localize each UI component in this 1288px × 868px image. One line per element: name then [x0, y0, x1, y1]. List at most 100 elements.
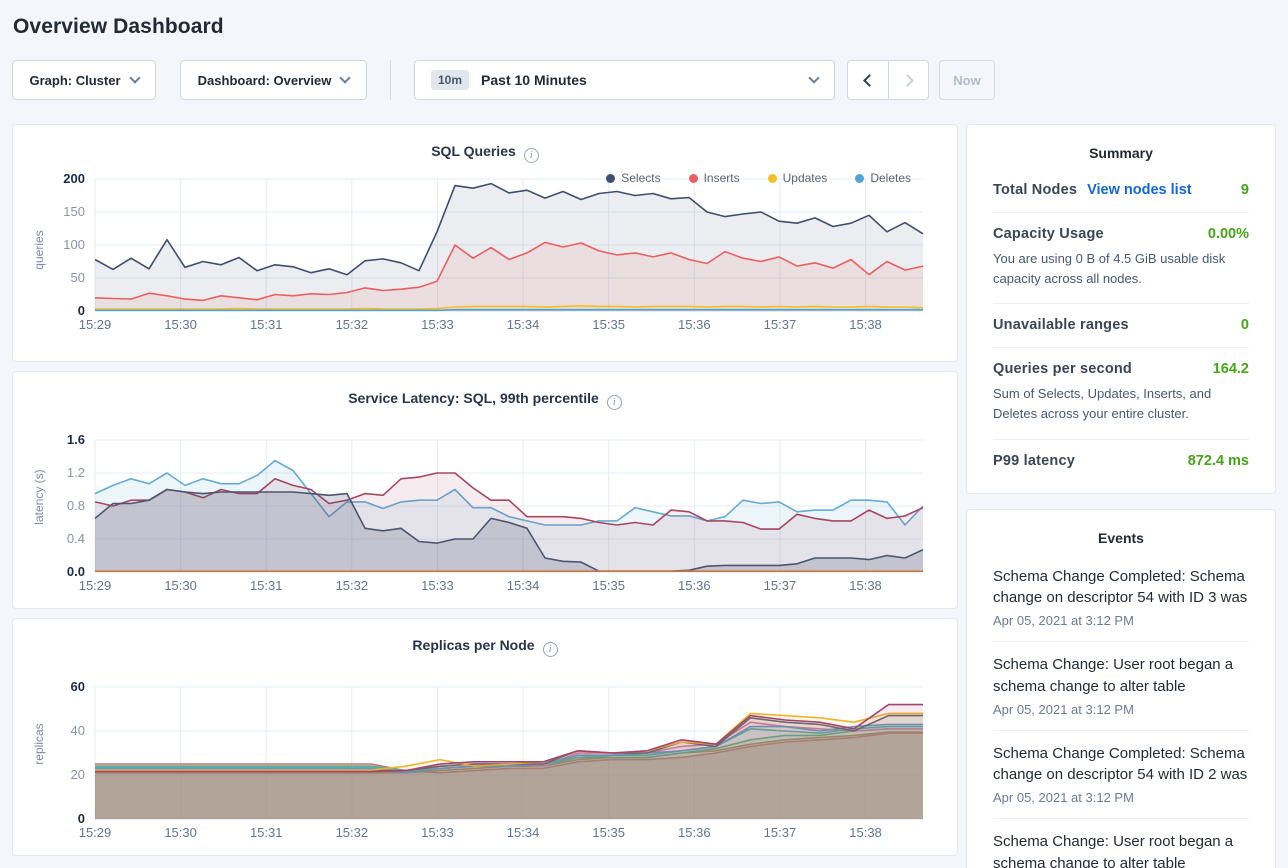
event-item-2: Schema Change Completed: Schema change o… — [993, 731, 1249, 820]
svg-text:0.4: 0.4 — [67, 531, 85, 546]
info-icon[interactable]: i — [543, 642, 558, 657]
time-range-dropdown[interactable]: 10m Past 10 Minutes — [414, 60, 835, 100]
sql-queries-chart[interactable]: 15:2915:3015:3115:3215:3315:3415:3515:36… — [25, 165, 947, 340]
svg-text:15:31: 15:31 — [250, 825, 283, 840]
time-prev-button[interactable] — [848, 61, 888, 99]
time-next-button[interactable] — [888, 61, 928, 99]
event-text: Schema Change Completed: Schema change o… — [993, 566, 1249, 610]
toolbar-divider — [390, 60, 391, 100]
svg-text:15:30: 15:30 — [164, 317, 197, 332]
sql-queries-chart-card: SQL Queriesi Selects Inserts Updates Deletes… — [12, 124, 958, 362]
overview-dashboard-page: Overview Dashboard Graph: Cluster Dashbo… — [0, 0, 1288, 868]
chart-title: Replicas per Node — [412, 637, 534, 653]
summary-value: 0 — [1241, 317, 1249, 333]
summary-row-0: Total Nodes View nodes list 9 — [993, 169, 1249, 213]
summary-row-2: Unavailable ranges0 — [993, 304, 1249, 348]
service-latency-chart[interactable]: 15:2915:3015:3115:3215:3315:3415:3515:36… — [25, 426, 947, 601]
svg-text:0: 0 — [78, 303, 85, 318]
page-title: Overview Dashboard — [0, 0, 1288, 39]
svg-text:15:36: 15:36 — [678, 578, 711, 593]
svg-text:15:31: 15:31 — [250, 578, 283, 593]
svg-text:60: 60 — [71, 679, 85, 694]
toolbar: Graph: Cluster Dashboard: Overview 10m P… — [12, 60, 1276, 100]
svg-text:15:36: 15:36 — [678, 317, 711, 332]
chart-title: Service Latency: SQL, 99th percentile — [348, 390, 599, 406]
svg-text:15:34: 15:34 — [507, 317, 540, 332]
chevron-down-icon — [129, 72, 140, 83]
svg-text:1.6: 1.6 — [67, 432, 85, 447]
y-axis-unit-label: replicas — [32, 714, 46, 774]
replicas-per-node-chart[interactable]: 15:2915:3015:3115:3215:3315:3415:3515:36… — [25, 673, 947, 848]
graph-scope-dropdown[interactable]: Graph: Cluster — [12, 60, 156, 100]
svg-text:100: 100 — [63, 237, 85, 252]
svg-text:15:35: 15:35 — [592, 825, 625, 840]
svg-text:15:32: 15:32 — [336, 578, 369, 593]
svg-text:15:33: 15:33 — [421, 578, 454, 593]
legend-label: Deletes — [870, 171, 911, 185]
svg-text:200: 200 — [63, 171, 85, 186]
legend-item-inserts: Inserts — [689, 171, 740, 185]
summary-row-4: P99 latency872.4 ms — [993, 440, 1249, 483]
legend-label: Updates — [783, 171, 828, 185]
y-axis-unit-label: queries — [32, 220, 46, 280]
event-text: Schema Change: User root began a schema … — [993, 831, 1249, 868]
svg-text:15:38: 15:38 — [849, 317, 882, 332]
svg-text:15:30: 15:30 — [164, 578, 197, 593]
chevron-down-icon — [808, 72, 819, 83]
event-text: Schema Change: User root began a schema … — [993, 654, 1249, 698]
summary-title: Summary — [993, 139, 1249, 169]
dashboard-dropdown[interactable]: Dashboard: Overview — [180, 60, 367, 100]
svg-text:50: 50 — [71, 270, 85, 285]
event-timestamp: Apr 05, 2021 at 3:12 PM — [993, 790, 1249, 805]
legend-item-updates: Updates — [768, 171, 828, 185]
chevron-right-icon — [901, 74, 914, 87]
chart-header: Replicas per Node i — [25, 637, 945, 657]
legend-dot — [855, 174, 864, 183]
sidebar: Summary Total Nodes View nodes list 9 Capac… — [966, 124, 1276, 868]
svg-text:15:37: 15:37 — [764, 317, 797, 332]
svg-text:40: 40 — [71, 723, 85, 738]
svg-text:15:35: 15:35 — [592, 578, 625, 593]
event-item-3: Schema Change: User root began a schema … — [993, 819, 1249, 868]
svg-text:15:29: 15:29 — [79, 825, 112, 840]
svg-text:15:37: 15:37 — [764, 578, 797, 593]
summary-value: 872.4 ms — [1188, 453, 1249, 469]
svg-text:150: 150 — [63, 204, 85, 219]
svg-text:15:30: 15:30 — [164, 825, 197, 840]
svg-text:0.0: 0.0 — [67, 564, 85, 579]
summary-label: Total Nodes — [993, 182, 1077, 198]
summary-value: 0.00% — [1208, 226, 1249, 242]
svg-text:15:32: 15:32 — [336, 317, 369, 332]
legend-dot — [768, 174, 777, 183]
event-text: Schema Change Completed: Schema change o… — [993, 743, 1249, 787]
chart-header: SQL Queriesi — [25, 143, 945, 163]
service-latency-chart-card: Service Latency: SQL, 99th percentileila… — [12, 371, 958, 609]
svg-text:20: 20 — [71, 767, 85, 782]
summary-label: Queries per second — [993, 361, 1132, 377]
summary-description: Sum of Selects, Updates, Inserts, and De… — [993, 384, 1249, 424]
svg-text:15:33: 15:33 — [421, 825, 454, 840]
svg-text:15:33: 15:33 — [421, 317, 454, 332]
event-timestamp: Apr 05, 2021 at 3:12 PM — [993, 613, 1249, 628]
info-icon[interactable]: i — [607, 395, 622, 410]
time-nav-group — [847, 60, 929, 100]
legend-label: Selects — [621, 171, 660, 185]
svg-text:15:32: 15:32 — [336, 825, 369, 840]
chart-legend: Selects Inserts Updates Deletes — [606, 171, 911, 185]
summary-value: 9 — [1241, 182, 1249, 198]
events-panel: Events Schema Change Completed: Schema c… — [966, 509, 1276, 868]
event-item-1: Schema Change: User root began a schema … — [993, 642, 1249, 731]
now-button[interactable]: Now — [939, 60, 995, 100]
svg-text:15:35: 15:35 — [592, 317, 625, 332]
svg-text:15:29: 15:29 — [79, 317, 112, 332]
graph-scope-label: Graph: Cluster — [29, 73, 120, 88]
chevron-down-icon — [340, 72, 351, 83]
view-nodes-list-link[interactable]: View nodes list — [1087, 182, 1192, 198]
summary-label: Capacity Usage — [993, 226, 1104, 242]
time-range-badge: 10m — [431, 70, 469, 90]
chart-header: Service Latency: SQL, 99th percentile i — [25, 390, 945, 410]
summary-panel: Summary Total Nodes View nodes list 9 Capac… — [966, 124, 1276, 494]
svg-text:15:36: 15:36 — [678, 825, 711, 840]
info-icon[interactable]: i — [524, 148, 539, 163]
svg-text:15:38: 15:38 — [849, 578, 882, 593]
